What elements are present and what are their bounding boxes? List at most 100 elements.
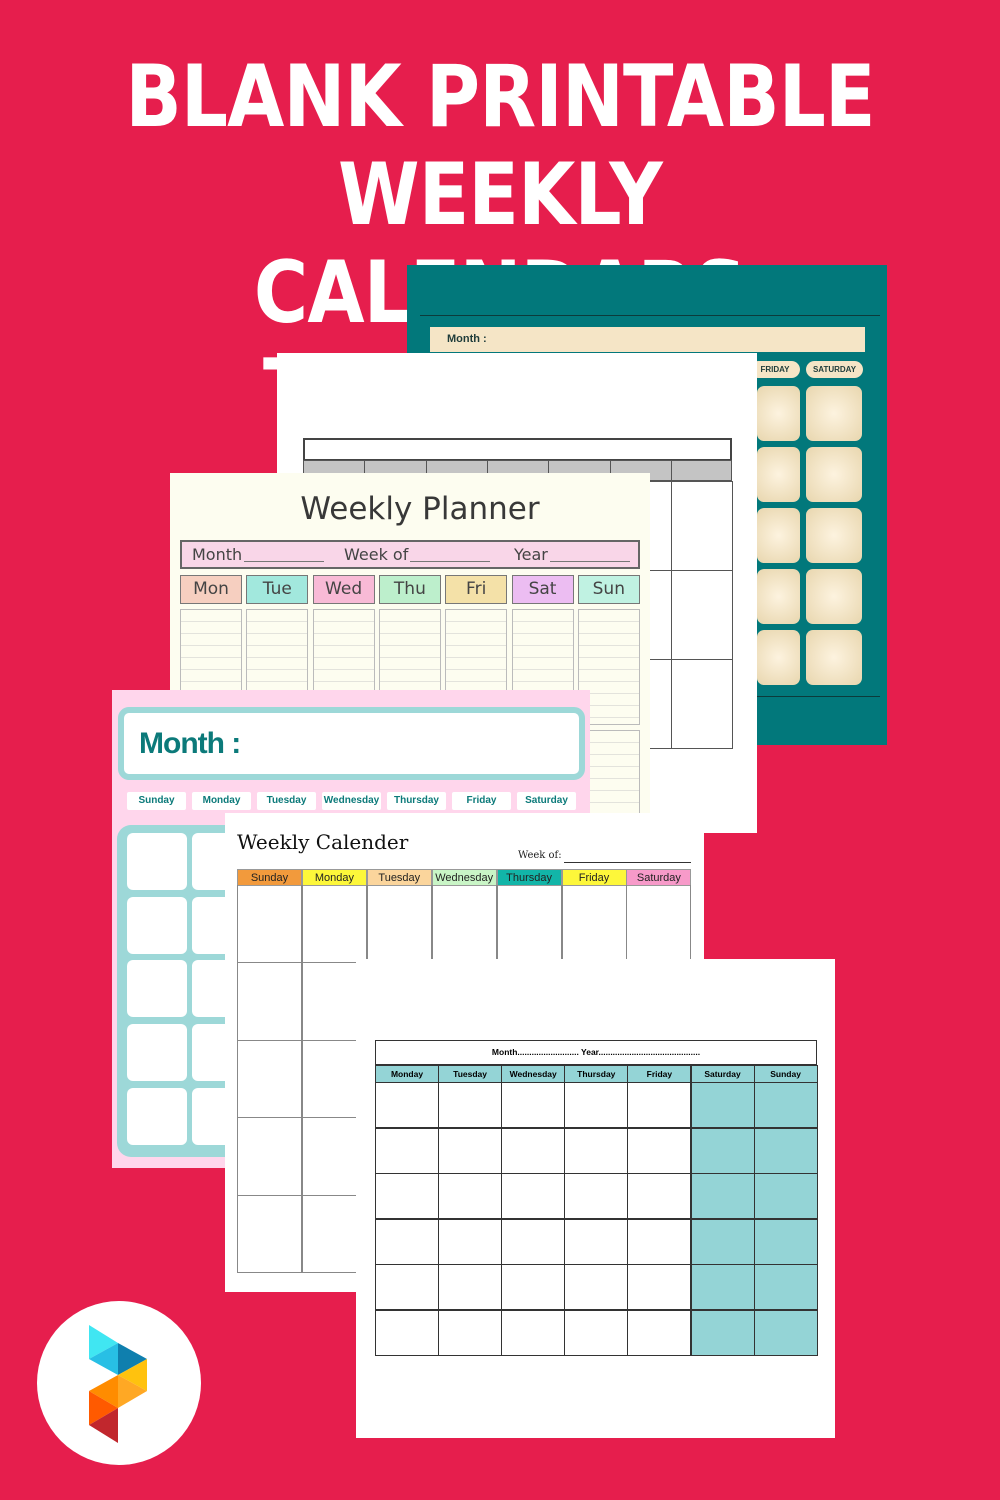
grid-cell	[670, 570, 733, 660]
day-cell	[806, 447, 862, 502]
day-header: Tuesday	[438, 1065, 503, 1083]
day-cell	[564, 1264, 629, 1310]
calender-title: Weekly Calender	[237, 830, 409, 854]
day-cell	[690, 1218, 755, 1265]
day-header: Wednesday	[431, 869, 497, 886]
day-cell	[237, 885, 302, 963]
day-cell	[438, 1309, 503, 1356]
day-cell	[375, 1309, 439, 1356]
day-cell	[438, 1264, 503, 1310]
day-cell	[690, 1264, 755, 1310]
day-header: Saturday	[626, 869, 692, 886]
day-cell	[627, 1264, 692, 1310]
day-header: Monday	[375, 1065, 439, 1083]
day-cell	[564, 1173, 629, 1219]
day-cell	[690, 1309, 755, 1356]
day-header: Monday	[301, 869, 367, 886]
day-cell	[237, 1040, 302, 1118]
day-cell	[690, 1173, 755, 1219]
day-cell	[757, 569, 800, 624]
day-header: Wednesday	[501, 1065, 566, 1083]
blank-line	[550, 561, 630, 562]
day-cell	[627, 1082, 692, 1128]
day-cell	[501, 1264, 566, 1310]
day-cell	[375, 1218, 439, 1265]
month-box: Month :	[118, 707, 585, 780]
day-header: Thursday	[496, 869, 562, 886]
info-bar: Month Week of Year	[180, 540, 640, 569]
day-cell	[127, 1024, 187, 1081]
day-cell	[753, 1309, 818, 1356]
day-pill: Saturday	[517, 792, 576, 810]
grid-cell	[670, 481, 733, 571]
blank-line	[410, 561, 490, 562]
day-cell	[366, 885, 432, 963]
day-cell	[438, 1082, 503, 1128]
day-cell	[375, 1127, 439, 1174]
day-cell	[690, 1127, 755, 1174]
day-header: Sunday	[237, 869, 302, 886]
day-cell	[438, 1127, 503, 1174]
day-cell	[690, 1082, 755, 1128]
printable-logo-icon	[89, 1325, 147, 1443]
day-cell	[301, 885, 367, 963]
day-cell	[431, 885, 497, 963]
day-cell	[375, 1264, 439, 1310]
day-cell	[561, 885, 627, 963]
day-cell	[127, 1088, 187, 1145]
day-cell	[501, 1309, 566, 1356]
day-header: Thu	[378, 575, 441, 604]
header-cell	[670, 460, 733, 481]
day-cell	[501, 1173, 566, 1219]
day-cell	[627, 1309, 692, 1356]
day-cell	[757, 447, 800, 502]
month-year-row: Month.......................... Year....…	[375, 1040, 817, 1065]
day-cell	[806, 508, 862, 563]
day-cell	[564, 1082, 629, 1128]
day-cell	[375, 1082, 439, 1128]
day-header: Sunday	[753, 1065, 818, 1083]
day-header: Friday	[561, 869, 627, 886]
day-cell	[564, 1309, 629, 1356]
day-cell	[127, 897, 187, 954]
blank-line	[244, 561, 324, 562]
day-cell	[757, 508, 800, 563]
day-pill: Monday	[192, 792, 251, 810]
day-header: Saturday	[690, 1065, 755, 1083]
day-header: Wed	[312, 575, 375, 604]
day-cell	[627, 1173, 692, 1219]
day-header: Sat	[511, 575, 574, 604]
planner-title: Weekly Planner	[300, 491, 540, 527]
day-cell	[237, 962, 302, 1041]
day-cell	[753, 1218, 818, 1265]
day-cell	[564, 1127, 629, 1174]
day-header: Friday	[627, 1065, 692, 1083]
day-cell	[438, 1173, 503, 1219]
day-pill: Sunday	[127, 792, 186, 810]
day-cell	[375, 1173, 439, 1219]
day-pill: Tuesday	[257, 792, 316, 810]
month-bar: Month :	[430, 327, 865, 352]
day-cell	[753, 1127, 818, 1174]
day-cell	[438, 1218, 503, 1265]
day-cell	[626, 885, 692, 963]
day-cell	[564, 1218, 629, 1265]
day-header: Thursday	[564, 1065, 629, 1083]
day-header: Sun	[577, 575, 640, 604]
day-cell	[757, 630, 800, 685]
day-cell	[237, 1117, 302, 1196]
day-cell	[627, 1127, 692, 1174]
teal-weekend-template: Month.......................... Year....…	[356, 959, 835, 1438]
day-pill: Thursday	[387, 792, 446, 810]
header-box	[303, 438, 732, 461]
day-cell	[753, 1264, 818, 1310]
day-cell	[806, 630, 862, 685]
day-header: Fri	[445, 575, 508, 604]
blank-line	[564, 862, 691, 863]
day-cell	[237, 1195, 302, 1273]
day-cell	[501, 1127, 566, 1174]
day-cell	[753, 1082, 818, 1128]
day-cell	[127, 960, 187, 1017]
day-cell	[806, 569, 862, 624]
day-pill: Wednesday	[322, 792, 381, 810]
